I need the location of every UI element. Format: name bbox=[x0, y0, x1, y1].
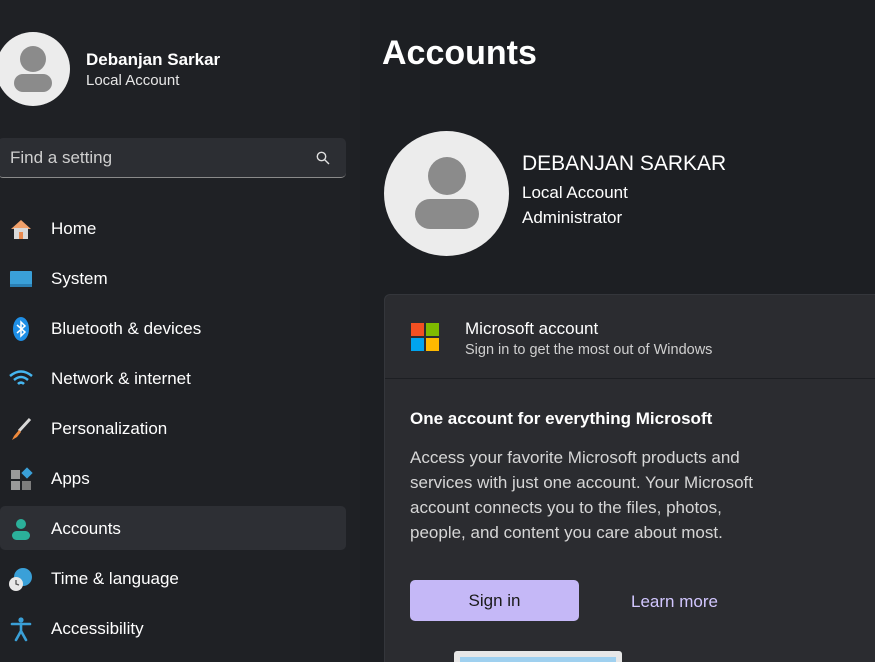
sidebar-item-label: Bluetooth & devices bbox=[51, 319, 202, 338]
sidebar-item-label: Home bbox=[51, 219, 97, 238]
card-title: Microsoft account bbox=[465, 319, 599, 338]
page-title: Accounts bbox=[382, 34, 537, 72]
sidebar-item-home[interactable]: Home bbox=[0, 206, 346, 250]
profile-name: DEBANJAN SARKAR bbox=[522, 152, 727, 175]
sidebar-item-personalization[interactable]: Personalization bbox=[0, 406, 346, 450]
microsoft-logo-icon bbox=[411, 323, 439, 351]
sidebar-item-label: Personalization bbox=[51, 419, 168, 438]
home-icon bbox=[11, 220, 31, 239]
wifi-icon bbox=[9, 370, 33, 385]
sidebar-item-accounts[interactable]: Accounts bbox=[0, 506, 346, 550]
apps-icon bbox=[11, 467, 33, 490]
sidebar-item-label: System bbox=[51, 269, 108, 288]
sidebar-item-network[interactable]: Network & internet bbox=[0, 356, 346, 400]
sidebar-item-bluetooth[interactable]: Bluetooth & devices bbox=[0, 306, 346, 350]
search-input[interactable] bbox=[10, 146, 300, 170]
user-profile-block[interactable]: Debanjan Sarkar Local Account bbox=[0, 30, 350, 110]
microsoft-account-header[interactable]: Microsoft account Sign in to get the mos… bbox=[385, 295, 875, 379]
sidebar-item-label: Accessibility bbox=[51, 619, 144, 638]
profile-account-type: Local Account bbox=[522, 183, 628, 202]
accounts-icon bbox=[12, 519, 30, 540]
promo-illustration bbox=[454, 651, 622, 662]
system-icon bbox=[10, 271, 32, 287]
sidebar-item-label: Time & language bbox=[51, 569, 179, 588]
sidebar-item-label: Network & internet bbox=[51, 369, 191, 388]
sidebar-item-apps[interactable]: Apps bbox=[0, 456, 346, 500]
learn-more-link[interactable]: Learn more bbox=[631, 592, 718, 612]
profile-role: Administrator bbox=[522, 208, 623, 227]
nav-list: Home System Bluetooth & devices Network … bbox=[0, 206, 350, 656]
sidebar-item-label: Accounts bbox=[51, 519, 121, 538]
sidebar-item-time-language[interactable]: Time & language bbox=[0, 556, 346, 600]
user-account-type: Local Account bbox=[86, 72, 180, 89]
promo-title: One account for everything Microsoft bbox=[410, 409, 713, 428]
profile-avatar[interactable] bbox=[384, 131, 509, 256]
sidebar-item-label: Apps bbox=[51, 469, 90, 488]
bluetooth-icon bbox=[13, 317, 29, 341]
accessibility-icon bbox=[10, 617, 32, 642]
card-subtitle: Sign in to get the most out of Windows bbox=[465, 342, 713, 358]
main-content: Accounts DEBANJAN SARKAR Local Account A… bbox=[360, 0, 875, 662]
sidebar-item-system[interactable]: System bbox=[0, 256, 346, 300]
promo-body: Access your favorite Microsoft products … bbox=[410, 448, 753, 542]
avatar bbox=[0, 32, 70, 106]
sign-in-button[interactable]: Sign in bbox=[410, 580, 579, 621]
search-box[interactable] bbox=[0, 138, 346, 178]
sidebar: Debanjan Sarkar Local Account Home Syste… bbox=[0, 0, 360, 662]
microsoft-account-card: Microsoft account Sign in to get the mos… bbox=[384, 294, 875, 662]
user-name: Debanjan Sarkar bbox=[86, 50, 221, 69]
time-language-icon bbox=[9, 568, 32, 591]
search-icon[interactable] bbox=[316, 151, 330, 165]
sidebar-item-accessibility[interactable]: Accessibility bbox=[0, 606, 346, 650]
brush-icon bbox=[12, 417, 32, 440]
